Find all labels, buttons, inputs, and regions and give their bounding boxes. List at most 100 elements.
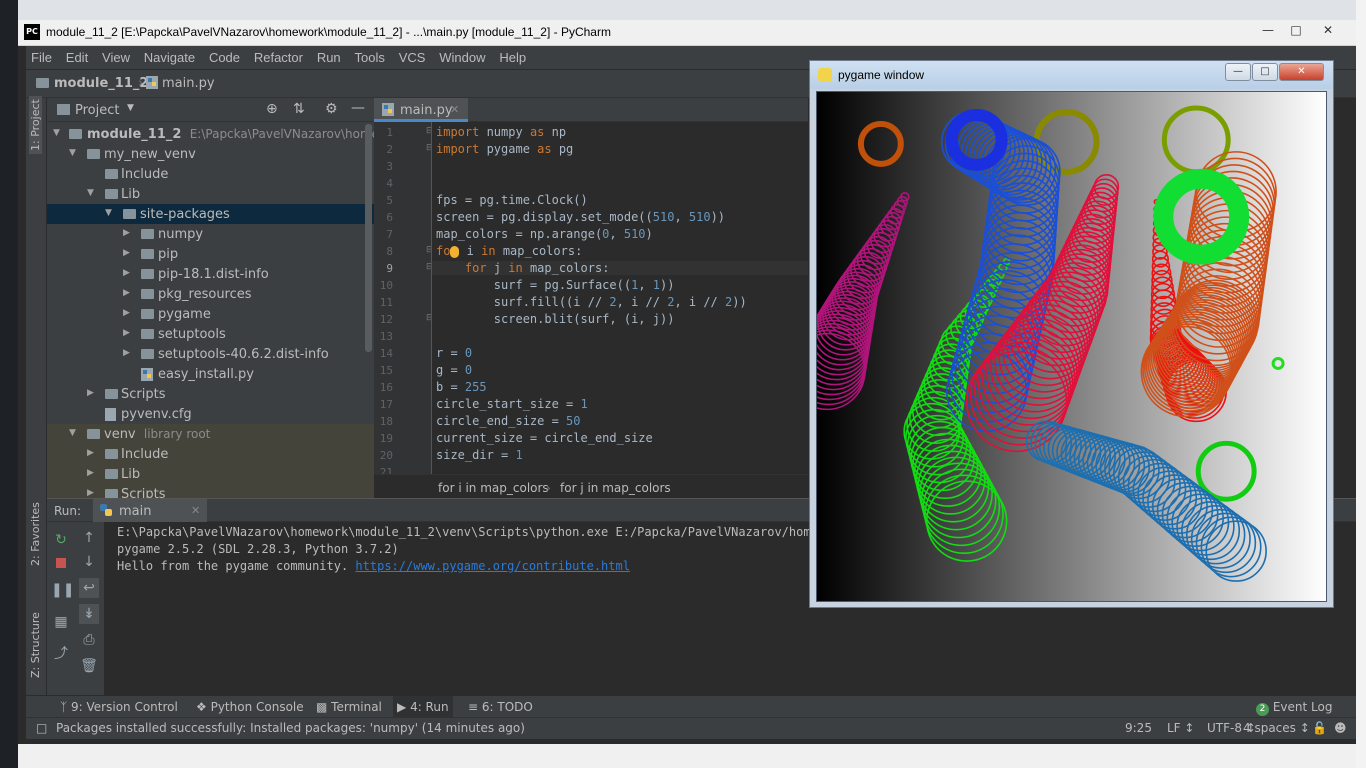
layout-icon[interactable]: ▦	[51, 612, 71, 632]
expand-arrow-icon[interactable]: ▶	[87, 448, 94, 458]
tool-todo[interactable]: ≡ 6: TODO	[468, 700, 533, 714]
tree-item-venv[interactable]: ▼ venv library root	[47, 424, 374, 444]
project-scrollbar[interactable]	[365, 124, 372, 352]
tab-favorites[interactable]: 2: Favorites	[29, 502, 42, 566]
line-separator[interactable]: LF ↕	[1167, 721, 1194, 735]
tree-item-venv-lib[interactable]: ▶ Lib	[47, 464, 374, 484]
tree-item-venv-include[interactable]: ▶ Include	[47, 444, 374, 464]
menu-refactor[interactable]: Refactor	[249, 46, 308, 65]
tree-item-lib[interactable]: ▼ Lib	[47, 184, 374, 204]
expand-arrow-icon[interactable]: ▼	[87, 188, 94, 198]
project-panel-title[interactable]: Project	[75, 103, 119, 118]
tool-version-control[interactable]: ᛉ 9: Version Control	[60, 700, 178, 714]
tab-structure[interactable]: Z: Structure	[29, 612, 42, 678]
lightbulb-icon[interactable]	[450, 245, 460, 258]
pygame-window[interactable]: pygame window — □ ✕	[809, 60, 1334, 608]
menu-window[interactable]: Window	[434, 46, 490, 65]
close-icon[interactable]: ✕	[1279, 63, 1324, 81]
lock-icon[interactable]: 🔓	[1312, 721, 1327, 735]
minimize-icon[interactable]: —	[1225, 63, 1251, 81]
menu-help[interactable]: Help	[494, 46, 531, 65]
tab-main-py[interactable]: main.py ✕	[374, 98, 468, 122]
menu-run[interactable]: Run	[312, 46, 346, 65]
nav-project[interactable]: module_11_2	[36, 76, 148, 91]
arrow-up-icon[interactable]: ↑	[79, 528, 99, 548]
status-message[interactable]: Packages installed successfully: Install…	[56, 721, 525, 735]
expand-arrow-icon[interactable]: ▶	[123, 268, 130, 278]
tree-item-pyvenv-cfg[interactable]: pyvenv.cfg	[47, 404, 374, 424]
tree-item-easy-install[interactable]: easy_install.py	[47, 364, 374, 384]
maximize-icon[interactable]: □	[1252, 63, 1278, 81]
menu-file[interactable]: File	[26, 46, 57, 65]
close-icon[interactable]: ✕	[1314, 20, 1342, 40]
expand-arrow-icon[interactable]: ▶	[123, 328, 130, 338]
contribute-link[interactable]: https://www.pygame.org/contribute.html	[355, 559, 630, 573]
tree-item-setuptools[interactable]: ▶ setuptools	[47, 324, 374, 344]
pygame-canvas[interactable]	[816, 91, 1327, 602]
close-tab-icon[interactable]: ✕	[191, 504, 200, 517]
expand-arrow-icon[interactable]: ▶	[123, 308, 130, 318]
expand-arrow-icon[interactable]: ▶	[87, 468, 94, 478]
tab-project[interactable]: 1: Project	[29, 96, 42, 154]
window-title-bar[interactable]: PC module_11_2 [E:\Papcka\PavelVNazarov\…	[18, 20, 1356, 46]
tree-item-my-new-venv[interactable]: ▼ my_new_venv	[47, 144, 374, 164]
menu-view[interactable]: View	[97, 46, 135, 65]
rerun-icon[interactable]: ↻	[51, 530, 71, 550]
expand-arrow-icon[interactable]: ▶	[123, 228, 130, 238]
expand-arrow-icon[interactable]: ▼	[69, 148, 76, 158]
nav-file[interactable]: main.py	[146, 76, 215, 91]
locate-icon[interactable]: ⊕	[266, 101, 278, 117]
tool-event-log[interactable]: 2 Event Log	[1256, 700, 1332, 716]
indent-setting[interactable]: 4 spaces ↕	[1243, 721, 1310, 735]
tree-item-numpy[interactable]: ▶ numpy	[47, 224, 374, 244]
inspector-icon[interactable]: ☻	[1334, 721, 1347, 735]
breadcrumb-item[interactable]: for i in map_colors	[438, 481, 549, 495]
print-icon[interactable]: ⎙	[79, 630, 99, 650]
collapse-all-icon[interactable]: ⇅	[293, 101, 305, 117]
menu-edit[interactable]: Edit	[61, 46, 93, 65]
status-panel-icon[interactable]: □	[36, 721, 47, 735]
minimize-icon[interactable]: —	[1254, 20, 1282, 40]
tree-item-pygame[interactable]: ▶ pygame	[47, 304, 374, 324]
soft-wrap-icon[interactable]: ↩	[79, 578, 99, 598]
pygame-title-bar[interactable]: pygame window — □ ✕	[810, 61, 1333, 89]
tree-item-pkg-resources[interactable]: ▶ pkg_resources	[47, 284, 374, 304]
arrow-down-icon[interactable]: ↓	[79, 552, 99, 572]
hide-panel-icon[interactable]: —	[351, 100, 365, 116]
expand-arrow-icon[interactable]: ▶	[87, 388, 94, 398]
pin-icon[interactable]: ⤴	[51, 644, 71, 664]
tree-item-venv-scripts[interactable]: ▶ Scripts	[47, 484, 374, 498]
expand-arrow-icon[interactable]: ▶	[123, 248, 130, 258]
tool-python-console[interactable]: ❖ Python Console	[196, 700, 304, 714]
expand-arrow-icon[interactable]: ▼	[53, 128, 60, 138]
expand-arrow-icon[interactable]: ▼	[69, 428, 76, 438]
code-editor[interactable]: import numpy as np import pygame as pg f…	[432, 122, 808, 474]
tree-item-module-11-2[interactable]: ▼ module_11_2 E:\Papcka\PavelVNazarov\ho…	[47, 124, 374, 144]
expand-arrow-icon[interactable]: ▶	[87, 488, 94, 498]
close-tab-icon[interactable]: ✕	[450, 103, 459, 116]
breadcrumb-item[interactable]: for j in map_colors	[560, 481, 671, 495]
pause-icon[interactable]: ❚❚	[51, 580, 74, 600]
menu-navigate[interactable]: Navigate	[139, 46, 200, 65]
tree-item-include[interactable]: Include	[47, 164, 374, 184]
gear-icon[interactable]: ⚙	[325, 101, 338, 117]
stop-icon[interactable]	[51, 554, 71, 574]
maximize-icon[interactable]: □	[1282, 20, 1310, 40]
tree-item-setuptools-dist-info[interactable]: ▶ setuptools-40.6.2.dist-info	[47, 344, 374, 364]
tree-item-site-packages[interactable]: ▼ site-packages	[47, 204, 374, 224]
menu-code[interactable]: Code	[204, 46, 245, 65]
tool-run[interactable]: ▶ 4: Run	[393, 696, 453, 718]
menu-tools[interactable]: Tools	[350, 46, 390, 65]
tree-item-pip[interactable]: ▶ pip	[47, 244, 374, 264]
chevron-down-icon[interactable]: ▼	[127, 103, 134, 113]
run-tab-main[interactable]: main ✕	[93, 499, 207, 522]
tool-terminal[interactable]: ▩ Terminal	[316, 700, 382, 714]
tree-item-pip-dist-info[interactable]: ▶ pip-18.1.dist-info	[47, 264, 374, 284]
tree-item-scripts[interactable]: ▶ Scripts	[47, 384, 374, 404]
trash-icon[interactable]: 🗑	[79, 656, 99, 676]
expand-arrow-icon[interactable]: ▼	[105, 208, 112, 218]
menu-vcs[interactable]: VCS	[394, 46, 431, 65]
caret-position[interactable]: 9:25	[1125, 721, 1152, 735]
scroll-to-end-icon[interactable]: ↡	[79, 604, 99, 624]
expand-arrow-icon[interactable]: ▶	[123, 288, 130, 298]
